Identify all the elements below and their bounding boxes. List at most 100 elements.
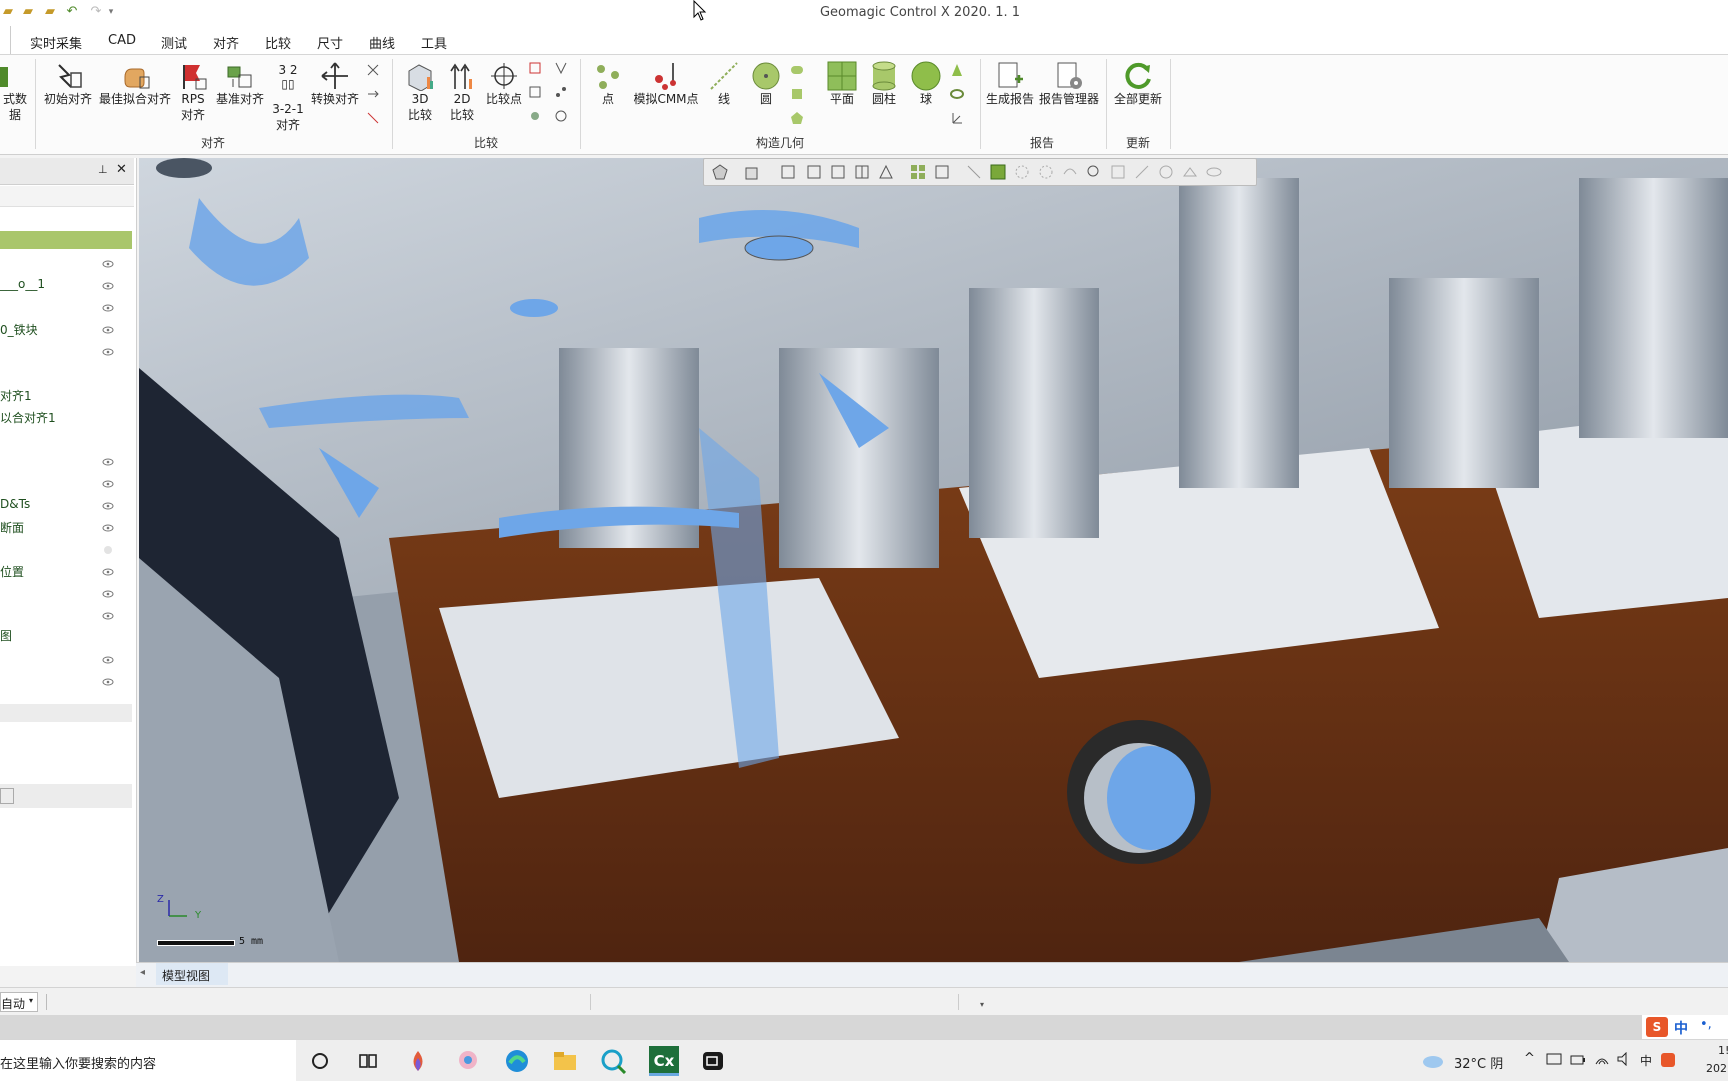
align-tool-small-3-icon[interactable]	[366, 111, 380, 125]
generate-report-button[interactable]: 生成报告	[984, 57, 1036, 107]
compare-small-1-icon[interactable]	[528, 61, 542, 75]
panel-tool-icon[interactable]	[0, 788, 14, 804]
sogou-ime-icon[interactable]: S	[1646, 1017, 1668, 1037]
tree-selected-row[interactable]	[0, 231, 132, 249]
sphere-button[interactable]: 球	[906, 57, 946, 107]
select-visible-icon[interactable]	[1158, 164, 1174, 180]
ime-punct-icon[interactable]: •,	[1700, 1017, 1712, 1032]
view-split-icon[interactable]	[854, 164, 870, 180]
geomagic-control-x-icon[interactable]: Cx	[649, 1046, 679, 1076]
view-iso-icon[interactable]	[878, 164, 894, 180]
select-paint-icon[interactable]	[1110, 164, 1126, 180]
select-hidden-icon[interactable]	[1206, 164, 1222, 180]
2d-compare-button[interactable]: 2D 比较	[442, 57, 482, 123]
app-drop-icon[interactable]	[405, 1048, 431, 1074]
weather-cloud-icon[interactable]	[1422, 1052, 1444, 1068]
tree-item[interactable]: 对齐1	[0, 387, 32, 404]
close-icon[interactable]: ✕	[116, 162, 127, 177]
view-back-icon[interactable]	[830, 164, 846, 180]
visibility-eye-icon[interactable]	[102, 304, 114, 312]
point-button[interactable]: 点	[588, 57, 628, 107]
cone-small-icon[interactable]	[950, 63, 964, 77]
visibility-eye-icon[interactable]	[102, 282, 114, 290]
visibility-eye-icon[interactable]	[102, 524, 114, 532]
line-button[interactable]: 线	[706, 57, 742, 107]
visibility-eye-icon[interactable]	[102, 480, 114, 488]
view-front-icon[interactable]	[806, 164, 822, 180]
visibility-eye-icon[interactable]	[102, 260, 114, 268]
tab-tools[interactable]: 工具	[421, 33, 447, 52]
visibility-eye-icon[interactable]	[102, 656, 114, 664]
slot-small-icon[interactable]	[790, 87, 804, 101]
tab-align[interactable]: 对齐	[213, 33, 239, 52]
scroll-left-icon[interactable]: ◂	[140, 967, 145, 978]
select-freeform-icon[interactable]	[1062, 164, 1078, 180]
app-search-icon[interactable]	[600, 1048, 626, 1074]
wifi-icon[interactable]	[1594, 1052, 1610, 1066]
select-brush-icon[interactable]	[1086, 164, 1102, 180]
visibility-eye-icon[interactable]	[102, 568, 114, 576]
volume-icon[interactable]	[1616, 1052, 1632, 1066]
compare-small-2-icon[interactable]	[528, 85, 542, 99]
visibility-eye-icon[interactable]	[102, 502, 114, 510]
edge-browser-icon[interactable]	[504, 1048, 530, 1074]
ellipse-small-icon[interactable]	[790, 63, 804, 77]
circle-button[interactable]: 圆	[746, 57, 786, 107]
layout-list-icon[interactable]	[934, 164, 950, 180]
tab-measure[interactable]: 测试	[161, 33, 187, 52]
coordinate-small-icon[interactable]	[950, 111, 964, 125]
compare-small-5-icon[interactable]	[554, 85, 568, 99]
pin-icon[interactable]: ⊥	[98, 163, 108, 176]
camera-app-icon[interactable]	[700, 1048, 726, 1074]
display-tray-icon[interactable]	[1546, 1053, 1562, 1067]
select-through-icon[interactable]	[1182, 164, 1198, 180]
tree-item[interactable]: D&Ts	[0, 497, 30, 511]
tab-curve[interactable]: 曲线	[369, 33, 395, 52]
torus-small-icon[interactable]	[950, 87, 964, 101]
cylinder-button[interactable]: 圆柱	[864, 57, 904, 107]
chevron-up-icon[interactable]: ^	[1524, 1051, 1535, 1066]
ime-mode-label[interactable]: 中	[1674, 1018, 1688, 1038]
tree-item[interactable]: 以合对齐1	[0, 409, 56, 426]
visibility-eye-icon[interactable]	[102, 678, 114, 686]
transform-align-button[interactable]: 转换对齐	[308, 57, 362, 107]
sogou-tray-icon[interactable]	[1660, 1052, 1676, 1068]
tree-item[interactable]: 位置	[0, 563, 24, 580]
battery-icon[interactable]	[1570, 1054, 1586, 1066]
compare-small-3-icon[interactable]	[528, 109, 542, 123]
initial-align-button[interactable]: 初始对齐	[40, 57, 96, 107]
cortana-circle-icon[interactable]	[307, 1048, 333, 1074]
datum-align-button[interactable]: 基准对齐	[212, 57, 268, 107]
select-fill-icon[interactable]	[1134, 164, 1150, 180]
file-explorer-icon[interactable]	[552, 1048, 578, 1074]
visibility-off-dot[interactable]	[104, 546, 112, 554]
visibility-eye-icon[interactable]	[102, 590, 114, 598]
polygon-small-icon[interactable]	[790, 111, 804, 125]
3d-compare-button[interactable]: 3D 比较	[400, 57, 440, 123]
select-line-icon[interactable]	[966, 164, 982, 180]
tree-item[interactable]: ___o__1	[0, 277, 45, 291]
rps-align-button[interactable]: RPS 对齐	[176, 57, 210, 123]
mode-dropdown[interactable]: 自动 ▾	[0, 992, 38, 1012]
app-umbrella-icon[interactable]	[455, 1048, 481, 1074]
partial-data-button[interactable]: 式数据	[0, 57, 30, 123]
align-tool-small-2-icon[interactable]	[366, 87, 380, 101]
report-manager-button[interactable]: 报告管理器	[1036, 57, 1102, 107]
clock-date[interactable]: 202	[1706, 1062, 1727, 1075]
best-fit-align-button[interactable]: 最佳拟合对齐	[96, 57, 174, 107]
visibility-eye-icon[interactable]	[102, 326, 114, 334]
tab-compare[interactable]: 比较	[265, 33, 291, 52]
321-align-button[interactable]: 3 2 ▯▯ 3-2-1 对齐	[268, 57, 308, 133]
compare-point-button[interactable]: 比较点	[484, 57, 524, 107]
compare-small-4-icon[interactable]	[554, 61, 568, 75]
compare-small-6-icon[interactable]	[554, 109, 568, 123]
visibility-eye-icon[interactable]	[102, 458, 114, 466]
select-circle-icon[interactable]	[1014, 164, 1030, 180]
task-view-icon[interactable]	[355, 1048, 381, 1074]
align-tool-small-1-icon[interactable]	[366, 63, 380, 77]
view-shape-icon[interactable]	[712, 164, 728, 180]
ime-tray-icon[interactable]: 中	[1640, 1052, 1652, 1069]
update-all-button[interactable]: 全部更新	[1110, 57, 1166, 107]
taskbar-search-box[interactable]: 在这里输入你要搜索的内容	[0, 1040, 296, 1081]
tree-item[interactable]: 图	[0, 627, 12, 644]
